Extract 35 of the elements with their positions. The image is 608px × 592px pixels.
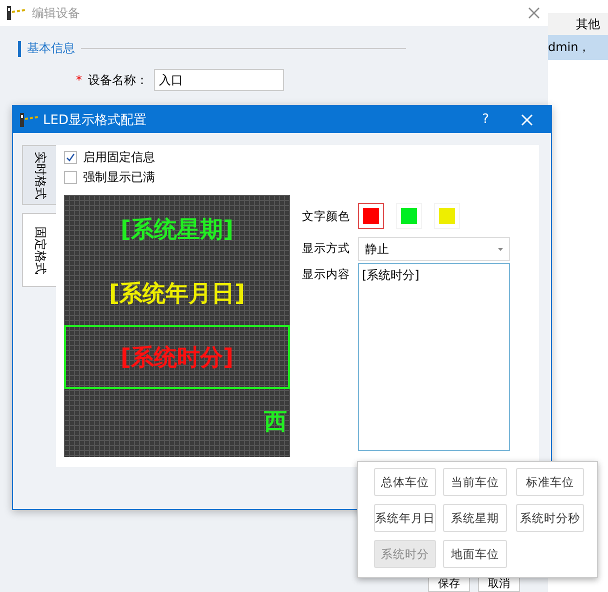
led-text[interactable]: 西 — [264, 406, 287, 436]
field-label: 设备名称： — [88, 72, 148, 88]
input-field[interactable]: 入口 — [154, 69, 284, 91]
checkbox[interactable] — [64, 170, 77, 184]
field-label: 文字颜色 — [302, 208, 350, 225]
dialog-title: LED显示格式配置 — [43, 112, 148, 128]
insert-field-button[interactable]: 系统星期 — [443, 504, 507, 532]
insert-field-button[interactable]: 当前车位 — [443, 468, 507, 496]
content-textarea[interactable]: [系统时分] — [358, 263, 510, 451]
barrier-gate-icon — [6, 5, 26, 21]
insert-field-button[interactable]: 总体车位 — [374, 468, 436, 496]
help-button[interactable]: ? — [482, 112, 489, 127]
dropdown-arrow-icon — [498, 248, 503, 250]
led-text[interactable]: [系统星期] — [120, 214, 234, 244]
field-label: 显示内容 — [302, 266, 350, 283]
required-mark: * — [76, 73, 82, 87]
close-icon[interactable] — [528, 7, 540, 19]
led-text[interactable]: [系统年月日] — [108, 278, 246, 308]
insert-field-button[interactable]: 标准车位 — [516, 468, 584, 496]
mode-dropdown[interactable]: 静止 — [358, 237, 510, 261]
vertical-tab[interactable]: 实时格式 — [22, 145, 56, 205]
insert-field-button[interactable]: 系统时分秒 — [516, 504, 584, 532]
dialog-title: 编辑设备 — [32, 4, 81, 22]
table-row[interactable]: dmin， — [548, 35, 608, 60]
section-title: 基本信息 — [27, 40, 75, 57]
color-swatch[interactable] — [358, 203, 384, 229]
insert-field-button[interactable]: 系统年月日 — [374, 504, 436, 532]
checkbox[interactable] — [64, 150, 77, 164]
vertical-tab[interactable]: 固定格式 — [22, 213, 56, 287]
column-header: 其他 — [576, 16, 600, 32]
barrier-gate-icon — [19, 112, 39, 128]
checkbox-label: 启用固定信息 — [83, 148, 155, 166]
insert-field-button[interactable]: 地面车位 — [443, 540, 507, 568]
checkbox-label: 强制显示已满 — [83, 168, 155, 186]
field-label: 显示方式 — [302, 240, 350, 257]
